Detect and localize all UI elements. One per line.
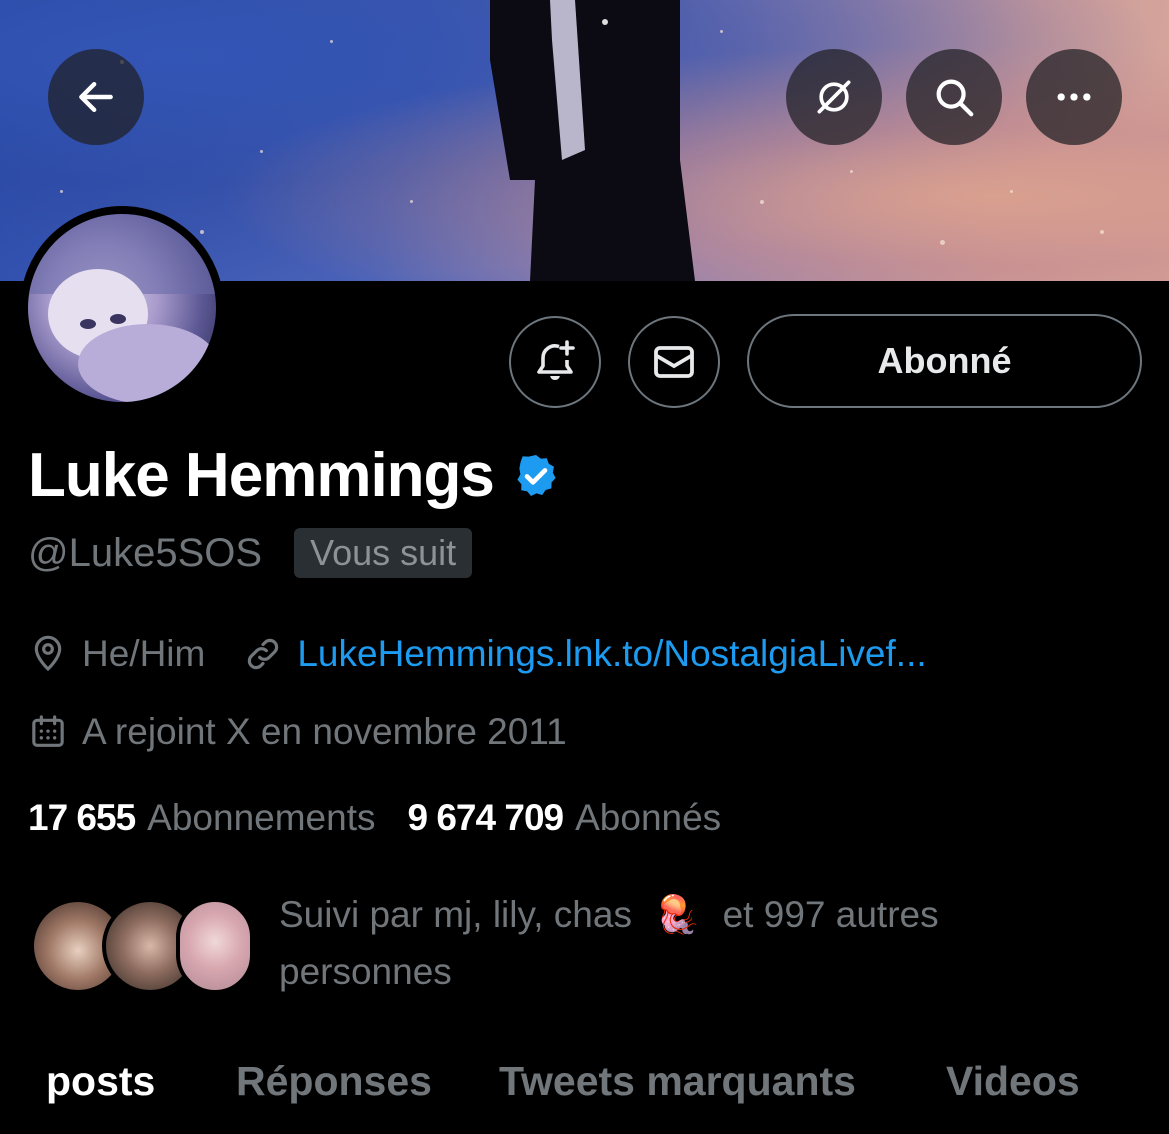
joined-text: A rejoint X en novembre 2011 xyxy=(82,711,567,752)
followers-stat[interactable]: 9 674 709 Abonnés xyxy=(408,797,722,839)
location-text: He/Him xyxy=(82,633,206,674)
tab-posts[interactable]: posts xyxy=(46,1058,155,1105)
no-notifications-button[interactable] xyxy=(786,49,882,145)
banner-figure xyxy=(490,0,695,281)
handle-row: @Luke5SOS Vous suit xyxy=(28,528,473,578)
handle: @Luke5SOS xyxy=(28,530,263,575)
avatar xyxy=(28,214,216,402)
jellyfish-emoji: 🪼 xyxy=(654,894,701,935)
more-icon xyxy=(1057,93,1091,101)
bell-plus-icon xyxy=(537,340,575,380)
tab-videos[interactable]: Videos xyxy=(946,1058,1080,1105)
tab-highlights[interactable]: Tweets marquants xyxy=(499,1058,856,1105)
envelope-icon xyxy=(654,346,694,378)
followed-by-text[interactable]: Suivi par mj, lily, chas 🪼 et 997 autres… xyxy=(279,886,999,1000)
follow-stats: 17 655 Abonnements 9 674 709 Abonnés xyxy=(28,797,753,839)
display-name: Luke Hemmings xyxy=(28,441,495,510)
following-count: 17 655 xyxy=(28,797,136,838)
more-button[interactable] xyxy=(1026,49,1122,145)
verified-badge-icon xyxy=(517,454,556,496)
followed-by-suffix: et 997 autres xyxy=(722,894,939,935)
avatar xyxy=(176,898,254,994)
followers-label: Abonnés xyxy=(575,797,722,838)
message-button[interactable] xyxy=(628,316,720,408)
followed-by-line2: personnes xyxy=(279,951,452,992)
joined-row: A rejoint X en novembre 2011 xyxy=(28,711,567,753)
followers-count: 9 674 709 xyxy=(407,797,565,838)
following-stat[interactable]: 17 655 Abonnements xyxy=(28,797,376,839)
link-icon xyxy=(243,634,283,674)
location-icon xyxy=(28,634,68,674)
following-label: Abonnements xyxy=(147,797,376,838)
website-link[interactable]: LukeHemmings.lnk.to/NostalgiaLivef... xyxy=(297,633,926,675)
arrow-left-icon xyxy=(79,81,113,113)
notifications-button[interactable] xyxy=(509,316,601,408)
search-icon xyxy=(936,79,974,117)
profile-tabs: posts Réponses Tweets marquants Videos xyxy=(0,1050,1169,1134)
followers-you-know-avatars[interactable] xyxy=(30,898,255,998)
follows-you-badge: Vous suit xyxy=(294,528,473,578)
back-button[interactable] xyxy=(48,49,144,145)
tab-replies[interactable]: Réponses xyxy=(236,1058,432,1105)
followed-by-prefix: Suivi par mj, lily, chas xyxy=(279,894,632,935)
profile-avatar[interactable] xyxy=(20,206,224,410)
profile-meta-row: He/Him LukeHemmings.lnk.to/NostalgiaLive… xyxy=(28,633,927,675)
profile-name: Luke Hemmings xyxy=(28,440,560,511)
calendar-icon xyxy=(28,712,68,752)
following-button[interactable]: Abonné xyxy=(747,314,1142,408)
search-button[interactable] xyxy=(906,49,1002,145)
no-notifications-icon xyxy=(817,80,851,114)
